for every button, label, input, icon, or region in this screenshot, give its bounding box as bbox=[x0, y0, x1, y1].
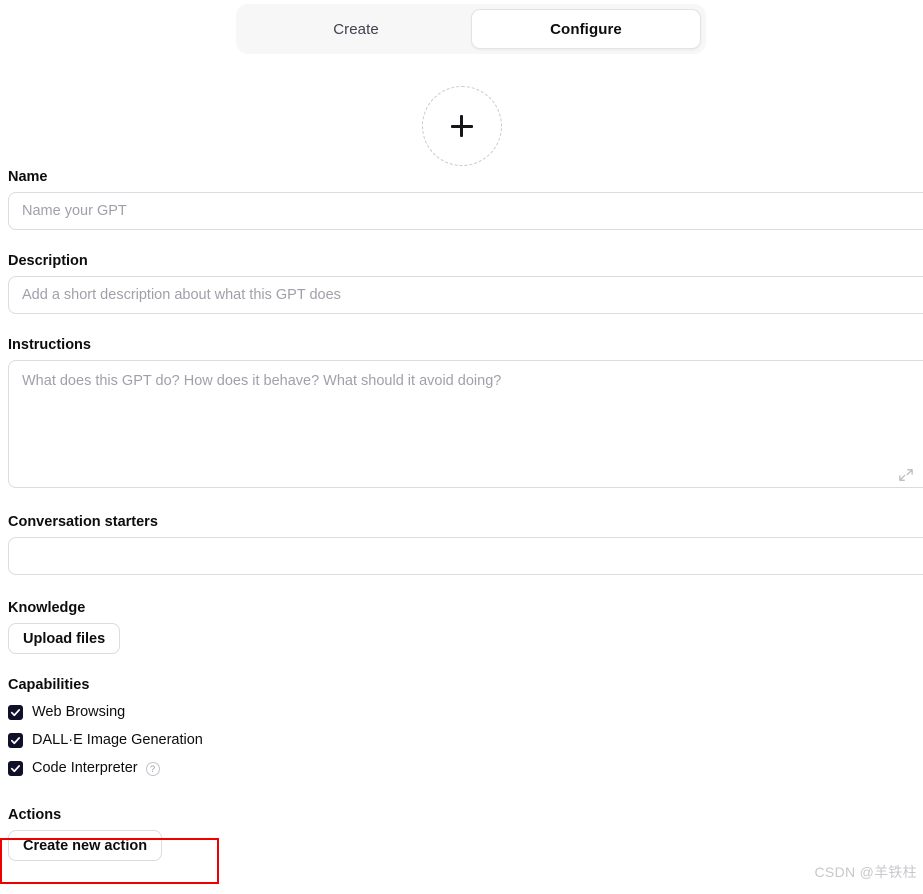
check-icon bbox=[10, 765, 21, 773]
conversation-starters-group: Conversation starters bbox=[0, 513, 923, 575]
instructions-label: Instructions bbox=[8, 337, 91, 353]
conversation-starter-row bbox=[8, 537, 923, 575]
mode-tabbar: Create Configure bbox=[236, 4, 706, 54]
knowledge-label: Knowledge bbox=[8, 600, 86, 616]
capability-label-web-browsing: Web Browsing bbox=[32, 704, 126, 720]
conversation-starters-label: Conversation starters bbox=[8, 514, 158, 530]
checkbox-web-browsing[interactable] bbox=[8, 705, 23, 720]
checkbox-dalle-image-generation[interactable] bbox=[8, 733, 23, 748]
name-field-group: Name bbox=[0, 168, 923, 230]
capability-label-code-interpreter: Code Interpreter bbox=[32, 760, 138, 776]
capability-row-web-browsing: Web Browsing bbox=[8, 700, 923, 725]
create-new-action-button[interactable]: Create new action bbox=[8, 830, 163, 861]
avatar-upload-area bbox=[0, 86, 923, 166]
gpt-configure-page: Create Configure Name Description Instru… bbox=[0, 0, 923, 894]
expand-diagonal-icon[interactable] bbox=[899, 468, 913, 482]
tab-create-label: Create bbox=[333, 20, 379, 38]
configure-form: Name Description Instructions Conversat bbox=[0, 168, 923, 861]
tab-configure[interactable]: Configure bbox=[471, 9, 701, 49]
name-input[interactable] bbox=[8, 192, 923, 230]
check-icon bbox=[10, 709, 21, 717]
upload-files-button[interactable]: Upload files bbox=[8, 623, 121, 654]
avatar-upload-button[interactable] bbox=[421, 86, 502, 166]
instructions-textarea-wrap bbox=[8, 360, 923, 488]
description-input[interactable] bbox=[8, 276, 923, 314]
help-question-icon[interactable]: ? bbox=[145, 761, 160, 776]
actions-group: Actions Create new action bbox=[0, 806, 923, 861]
checkbox-code-interpreter[interactable] bbox=[8, 761, 23, 776]
check-icon bbox=[10, 737, 21, 745]
capability-label-dalle-image-generation: DALL·E Image Generation bbox=[32, 732, 203, 748]
tab-configure-label: Configure bbox=[550, 20, 622, 38]
watermark: CSDN @羊铁柱 bbox=[814, 864, 917, 880]
capabilities-group: Capabilities Web Browsing DALL·E Image G… bbox=[0, 676, 923, 781]
capability-row-code-interpreter: Code Interpreter ? bbox=[8, 756, 923, 781]
instructions-textarea[interactable] bbox=[8, 360, 923, 488]
actions-label: Actions bbox=[8, 807, 62, 823]
capability-row-dalle-image-generation: DALL·E Image Generation bbox=[8, 728, 923, 753]
knowledge-group: Knowledge Upload files bbox=[0, 599, 923, 654]
description-label: Description bbox=[8, 253, 88, 269]
tab-create[interactable]: Create bbox=[241, 9, 471, 49]
plus-icon bbox=[450, 115, 473, 137]
capabilities-label: Capabilities bbox=[8, 677, 90, 693]
conversation-starter-input[interactable] bbox=[8, 537, 923, 575]
description-field-group: Description bbox=[0, 252, 923, 314]
name-label: Name bbox=[8, 169, 48, 185]
instructions-field-group: Instructions bbox=[0, 336, 923, 488]
